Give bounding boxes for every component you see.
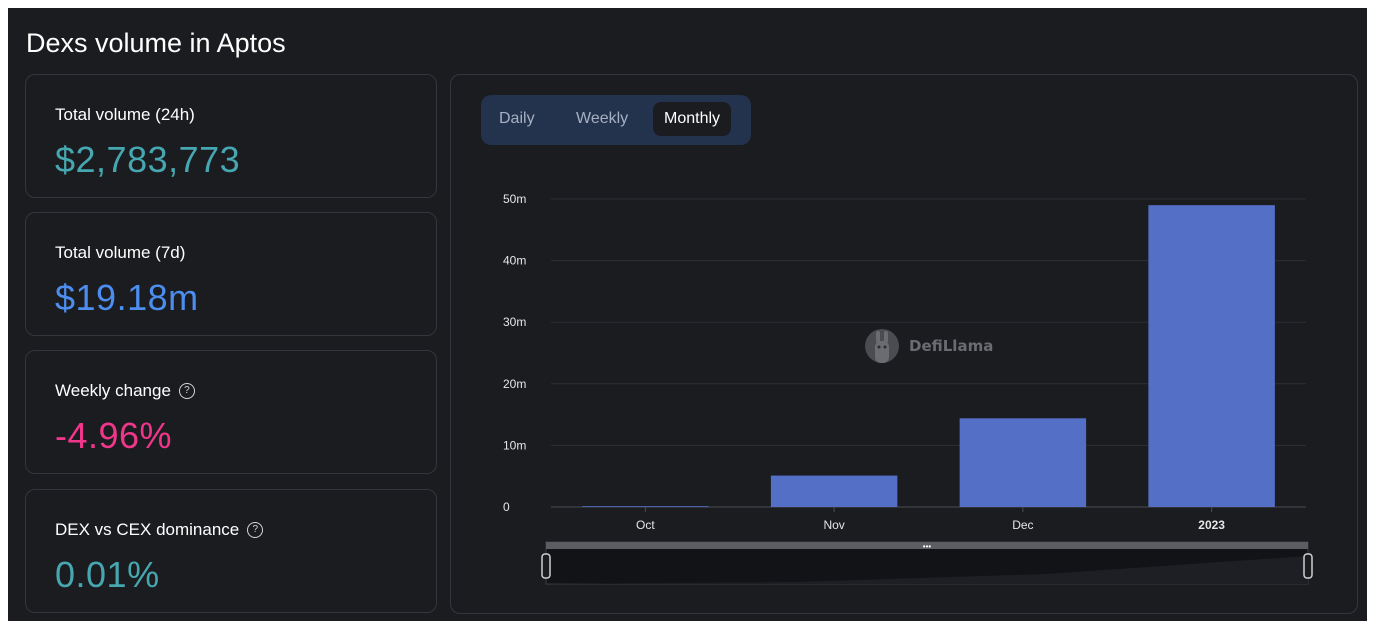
bar-nov[interactable] <box>770 475 898 507</box>
stat-value: $2,783,773 <box>55 139 241 180</box>
stat-value: 0.01% <box>55 554 160 595</box>
y-tick-label: 30m <box>503 315 526 329</box>
y-tick-label: 50m <box>503 192 526 206</box>
chart-card: Daily Weekly Monthly DefiLlama 0 10m 20m 30… <box>450 74 1358 614</box>
data-zoom-brush: ••• <box>541 541 1313 585</box>
stat-label-text: Weekly change <box>55 381 171 400</box>
y-tick-label: 40m <box>503 254 526 268</box>
x-tick-label: Nov <box>823 518 844 532</box>
stat-value: $19.18m <box>55 277 199 318</box>
bar-chart: 0 10m 20m 30m 40m 50m Oct Nov Dec 2023 ••• <box>503 192 1313 585</box>
bars <box>582 205 1275 507</box>
x-tick-label: Oct <box>636 518 655 532</box>
y-tick-label: 10m <box>503 438 526 452</box>
y-tick-label: 20m <box>503 377 526 391</box>
stat-label: Total volume (24h) <box>55 105 195 125</box>
stat-card-weekly-change: Weekly change ? -4.96% <box>25 350 437 474</box>
bar-2023[interactable] <box>1148 205 1275 507</box>
page-title: Dexs volume in Aptos <box>26 28 286 58</box>
stat-label-text: DEX vs CEX dominance <box>55 520 240 539</box>
x-tick-label: Dec <box>1012 518 1033 532</box>
stat-label: Weekly change ? <box>55 381 195 401</box>
y-axis-ticks: 0 10m 20m 30m 40m 50m <box>503 192 526 514</box>
bar-dec[interactable] <box>959 418 1087 507</box>
brush-handle-right[interactable] <box>1303 553 1313 579</box>
stat-label: Total volume (7d) <box>55 243 185 263</box>
x-tick-label: 2023 <box>1198 518 1225 532</box>
help-icon[interactable]: ? <box>178 383 195 399</box>
stat-label-text: Total volume (7d) <box>55 243 186 262</box>
help-icon[interactable]: ? <box>247 522 264 538</box>
stat-card-dex-cex-dominance: DEX vs CEX dominance ? 0.01% <box>25 489 437 613</box>
stat-label-text: Total volume (24h) <box>55 105 195 124</box>
brush-grip-icon[interactable]: ••• <box>923 542 932 551</box>
stat-label: DEX vs CEX dominance ? <box>55 520 264 540</box>
x-axis-ticks: Oct Nov Dec 2023 <box>636 507 1225 532</box>
stat-card-volume-7d: Total volume (7d) $19.18m <box>25 212 437 336</box>
stat-value: -4.96% <box>55 415 173 456</box>
y-tick-label: 0 <box>503 500 510 514</box>
bar-oct[interactable] <box>582 506 709 507</box>
stat-card-volume-24h: Total volume (24h) $2,783,773 <box>25 74 437 198</box>
brush-handle-left[interactable] <box>541 553 551 579</box>
dex-volume-panel: Dexs volume in Aptos Total volume (24h) … <box>8 8 1367 621</box>
